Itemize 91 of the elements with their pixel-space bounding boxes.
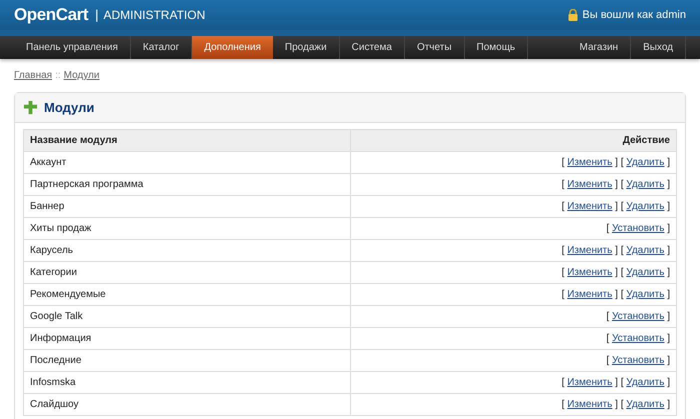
nav-tab[interactable]: Панель управления (14, 36, 131, 59)
bracket: [ (620, 267, 624, 278)
nav-tab[interactable]: Магазин (568, 36, 632, 59)
bracket: ] (667, 179, 670, 190)
bracket: ] (667, 377, 670, 388)
bracket: [ (620, 201, 624, 212)
bracket: [ (562, 399, 564, 410)
bracket: ] (667, 201, 670, 212)
action-link[interactable]: Удалить (626, 267, 664, 278)
breadcrumb-separator: :: (55, 69, 61, 83)
action-link[interactable]: Изменить (567, 245, 612, 256)
bracket: [ (562, 157, 564, 168)
bracket: [ (562, 201, 564, 212)
bracket: ] (615, 267, 618, 278)
action-link[interactable]: Установить (612, 311, 664, 322)
table-cell: Infosmska (24, 372, 350, 394)
action-link[interactable]: Установить (612, 223, 664, 234)
action-link[interactable]: Изменить (567, 157, 612, 168)
action-link[interactable]: Установить (612, 355, 664, 366)
bracket: ] (615, 201, 618, 212)
lock-icon (568, 9, 578, 21)
nav-tab[interactable]: Система (340, 36, 405, 59)
table-cell: Аккаунт (24, 152, 350, 174)
table-cell: Последние (24, 350, 350, 372)
action-link[interactable]: Изменить (567, 267, 612, 278)
bracket: ] (615, 289, 618, 300)
action-link[interactable]: Изменить (567, 399, 612, 410)
table-cell: Слайдшоу (24, 394, 350, 416)
bracket: ] (667, 245, 670, 256)
bracket: [ (620, 157, 624, 168)
action-link[interactable]: Изменить (567, 201, 612, 212)
column-header: Название модуля (24, 130, 350, 152)
bracket: ] (667, 267, 670, 278)
bracket: [ (620, 245, 624, 256)
bracket: [ (562, 179, 564, 190)
action-link[interactable]: Удалить (626, 377, 664, 388)
bracket: [ (620, 289, 624, 300)
action-link[interactable]: Удалить (626, 399, 664, 410)
action-link[interactable]: Удалить (626, 179, 664, 190)
action-link[interactable]: Удалить (626, 289, 664, 300)
action-link[interactable]: Удалить (626, 245, 664, 256)
action-link[interactable]: Удалить (626, 157, 664, 168)
panel-title: Модули (44, 98, 94, 117)
action-link[interactable]: Установить (612, 333, 664, 344)
logo: OpenCart (14, 4, 88, 26)
login-status: Вы вошли как admin (582, 8, 686, 23)
table-cell: Категории (24, 262, 350, 284)
bracket: ] (615, 399, 618, 410)
nav-tab[interactable]: Отчеты (404, 36, 465, 59)
bracket: [ (562, 289, 564, 300)
table-cell: Хиты продаж (24, 218, 350, 240)
nav-tab[interactable]: Помощь (464, 36, 528, 59)
bracket: ] (667, 311, 670, 322)
nav-tab[interactable]: Продажи (272, 36, 340, 59)
bracket: ] (615, 179, 618, 190)
table-cell: Рекомендуемые (24, 284, 350, 306)
bracket: ] (615, 245, 618, 256)
bracket: [ (606, 355, 610, 366)
bracket: ] (667, 399, 670, 410)
breadcrumb-link[interactable]: Модули (64, 68, 100, 83)
bracket: ] (667, 355, 670, 366)
bracket: [ (620, 179, 624, 190)
subtitle: ADMINISTRATION (103, 7, 206, 24)
bracket: ] (615, 377, 618, 388)
bracket: [ (562, 267, 564, 278)
bracket: [ (620, 377, 624, 388)
bracket: [ (606, 223, 610, 234)
bracket: [ (620, 399, 624, 410)
bracket: [ (606, 333, 610, 344)
bracket: [ (562, 377, 564, 388)
bracket: [ (562, 245, 564, 256)
separator: | (95, 6, 98, 24)
bracket: ] (667, 333, 670, 344)
bracket: ] (667, 289, 670, 300)
table-cell: Партнерская программа (24, 174, 350, 196)
breadcrumb-link[interactable]: Главная (14, 68, 52, 83)
action-link[interactable]: Изменить (567, 289, 612, 300)
column-header: Действие (350, 130, 676, 152)
action-link[interactable]: Удалить (626, 201, 664, 212)
bracket: [ (606, 311, 610, 322)
table-cell: Карусель (24, 240, 350, 262)
action-link[interactable]: Изменить (567, 179, 612, 190)
table-cell: Баннер (24, 196, 350, 218)
table-cell: Google Talk (24, 306, 350, 328)
bracket: ] (615, 157, 618, 168)
action-link[interactable]: Изменить (567, 377, 612, 388)
table-cell: Информация (24, 328, 350, 350)
bracket: ] (667, 223, 670, 234)
nav-tab[interactable]: Дополнения (192, 36, 273, 59)
nav-tab[interactable]: Выход (631, 36, 686, 59)
bracket: ] (667, 157, 670, 168)
